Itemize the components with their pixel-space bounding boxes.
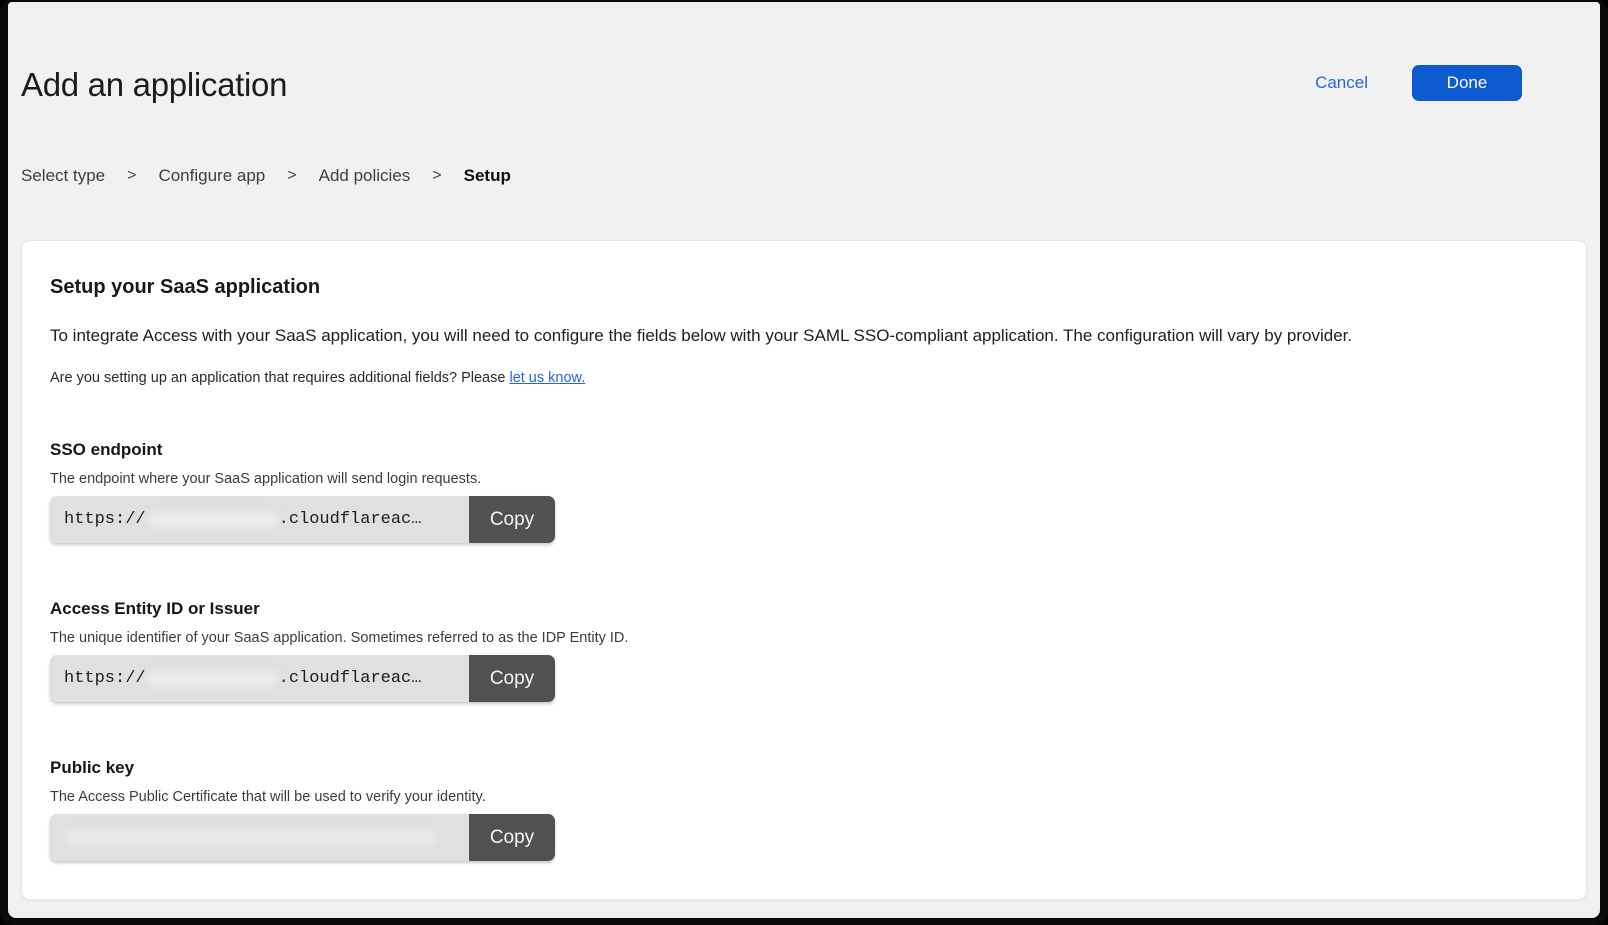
public-key-label: Public key	[50, 757, 1558, 778]
let-us-know-link[interactable]: let us know.	[509, 370, 585, 386]
entity-id-copy-button[interactable]: Copy	[469, 655, 555, 702]
sso-endpoint-section: SSO endpoint The endpoint where your Saa…	[50, 439, 1558, 543]
card-note-text: Are you setting up an application that r…	[50, 370, 505, 386]
entity-id-description: The unique identifier of your SaaS appli…	[50, 629, 1558, 647]
card-note: Are you setting up an application that r…	[50, 369, 1558, 387]
cancel-button[interactable]: Cancel	[1315, 73, 1368, 93]
screenshot-frame: Add an application Cancel Done Select ty…	[0, 0, 1608, 925]
breadcrumb-separator: >	[432, 167, 441, 185]
public-key-value	[50, 814, 469, 861]
card-intro: To integrate Access with your SaaS appli…	[50, 325, 1558, 347]
sso-endpoint-description: The endpoint where your SaaS application…	[50, 470, 1558, 488]
public-key-field-row: Copy	[50, 814, 555, 861]
page-title: Add an application	[21, 64, 1522, 106]
card-heading: Setup your SaaS application	[50, 275, 1558, 299]
sso-endpoint-value: https:// .cloudflareac…	[50, 496, 469, 543]
entity-id-field-row: https:// .cloudflareac… Copy	[50, 655, 555, 702]
entity-id-section: Access Entity ID or Issuer The unique id…	[50, 598, 1558, 702]
redacted-value-blur	[147, 512, 278, 528]
public-key-description: The Access Public Certificate that will …	[50, 788, 1558, 806]
breadcrumb-separator: >	[127, 167, 136, 185]
public-key-copy-button[interactable]: Copy	[469, 814, 555, 861]
sso-endpoint-copy-button[interactable]: Copy	[469, 496, 555, 543]
breadcrumb-step-add-policies[interactable]: Add policies	[319, 166, 411, 186]
sso-endpoint-value-suffix: .cloudflareac…	[279, 510, 422, 529]
breadcrumb-step-configure-app[interactable]: Configure app	[158, 166, 265, 186]
entity-id-value: https:// .cloudflareac…	[50, 655, 469, 702]
breadcrumb-step-select-type[interactable]: Select type	[21, 166, 105, 186]
sso-endpoint-value-prefix: https://	[64, 510, 146, 529]
redacted-value-blur	[65, 830, 437, 845]
entity-id-value-suffix: .cloudflareac…	[279, 669, 422, 688]
page-header: Add an application Cancel Done	[8, 2, 1600, 106]
entity-id-label: Access Entity ID or Issuer	[50, 598, 1558, 619]
sso-endpoint-label: SSO endpoint	[50, 439, 1558, 460]
header-actions: Cancel Done	[1315, 65, 1522, 101]
breadcrumb: Select type > Configure app > Add polici…	[21, 166, 1600, 186]
breadcrumb-step-setup: Setup	[464, 166, 511, 186]
sso-endpoint-field-row: https:// .cloudflareac… Copy	[50, 496, 555, 543]
redacted-value-blur	[147, 671, 278, 687]
entity-id-value-prefix: https://	[64, 669, 146, 688]
public-key-section: Public key The Access Public Certificate…	[50, 757, 1558, 861]
setup-card: Setup your SaaS application To integrate…	[21, 240, 1587, 900]
app-screen: Add an application Cancel Done Select ty…	[8, 2, 1600, 918]
done-button[interactable]: Done	[1412, 65, 1522, 101]
breadcrumb-separator: >	[287, 167, 296, 185]
